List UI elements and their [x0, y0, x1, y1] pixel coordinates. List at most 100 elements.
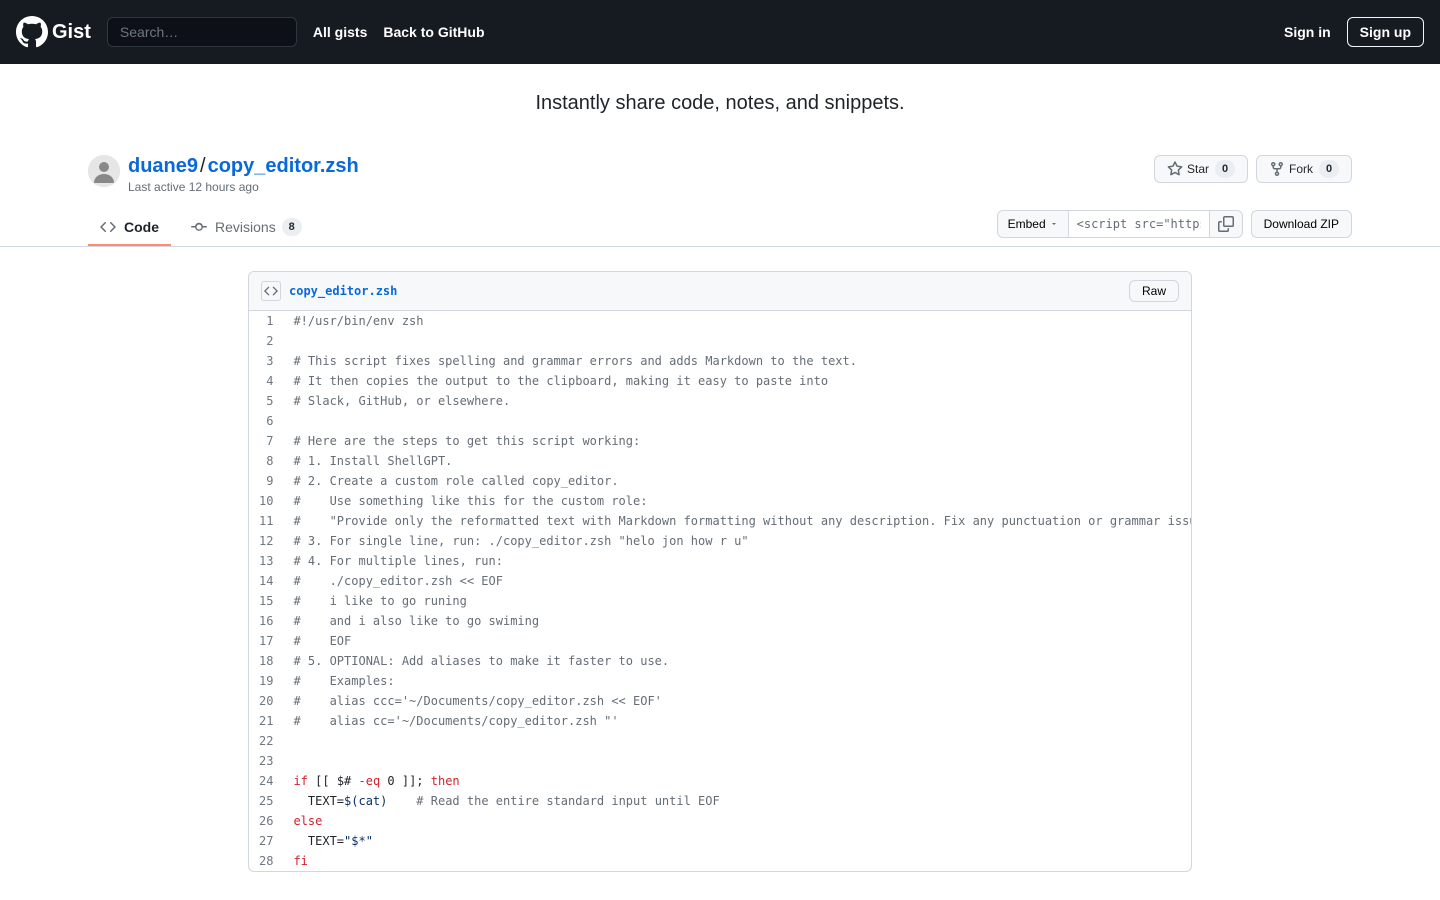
line-number[interactable]: 15 — [249, 591, 283, 611]
github-icon — [16, 16, 48, 48]
nav-links: All gists Back to GitHub — [313, 24, 485, 40]
line-number[interactable]: 9 — [249, 471, 283, 491]
code-icon — [100, 219, 116, 235]
line-number[interactable]: 7 — [249, 431, 283, 451]
line-code: fi — [283, 851, 1192, 871]
copy-embed-button[interactable] — [1209, 210, 1243, 238]
line-number[interactable]: 8 — [249, 451, 283, 471]
line-number[interactable]: 16 — [249, 611, 283, 631]
line-code: else — [283, 811, 1192, 831]
line-code: # Examples: — [283, 671, 1192, 691]
line-number[interactable]: 14 — [249, 571, 283, 591]
line-code: # i like to go runing — [283, 591, 1192, 611]
caret-down-icon — [1050, 220, 1058, 228]
tab-code-label: Code — [124, 219, 159, 235]
nav-all-gists[interactable]: All gists — [313, 24, 367, 40]
last-active: Last active 12 hours ago — [128, 180, 1154, 194]
search-input[interactable] — [107, 17, 297, 47]
line-code: # 2. Create a custom role called copy_ed… — [283, 471, 1192, 491]
line-number[interactable]: 13 — [249, 551, 283, 571]
line-number[interactable]: 4 — [249, 371, 283, 391]
line-number[interactable]: 2 — [249, 331, 283, 351]
line-number[interactable]: 24 — [249, 771, 283, 791]
gist-filename-link[interactable]: copy_editor.zsh — [208, 155, 359, 177]
global-header: Gist All gists Back to GitHub Sign in Si… — [0, 0, 1440, 64]
tab-code[interactable]: Code — [88, 210, 171, 246]
sign-up-button[interactable]: Sign up — [1347, 17, 1424, 47]
tabs: Code Revisions 8 — [88, 210, 314, 246]
embed-url-input[interactable] — [1069, 210, 1209, 238]
line-code — [283, 411, 1192, 431]
line-code: # alias ccc='~/Documents/copy_editor.zsh… — [283, 691, 1192, 711]
author-link[interactable]: duane9 — [128, 155, 198, 177]
line-number[interactable]: 17 — [249, 631, 283, 651]
fork-count: 0 — [1319, 160, 1339, 178]
line-code: TEXT="$*" — [283, 831, 1192, 851]
copy-icon — [1218, 216, 1234, 232]
line-code: # Here are the steps to get this script … — [283, 431, 1192, 451]
line-number[interactable]: 26 — [249, 811, 283, 831]
fork-button[interactable]: Fork 0 — [1256, 155, 1352, 183]
line-code: #!/usr/bin/env zsh — [283, 311, 1192, 331]
star-icon — [1167, 161, 1183, 177]
fork-icon — [1269, 161, 1285, 177]
file-box: copy_editor.zsh Raw 1#!/usr/bin/env zsh2… — [248, 271, 1192, 872]
embed-label: Embed — [1008, 217, 1046, 231]
line-number[interactable]: 22 — [249, 731, 283, 751]
line-code — [283, 331, 1192, 351]
line-number[interactable]: 3 — [249, 351, 283, 371]
line-number[interactable]: 19 — [249, 671, 283, 691]
line-code: # It then copies the output to the clipb… — [283, 371, 1192, 391]
line-code: # 5. OPTIONAL: Add aliases to make it fa… — [283, 651, 1192, 671]
line-code — [283, 751, 1192, 771]
auth-area: Sign in Sign up — [1284, 17, 1424, 47]
line-code: # EOF — [283, 631, 1192, 651]
star-label: Star — [1187, 162, 1209, 176]
nav-back-to-github[interactable]: Back to GitHub — [383, 24, 484, 40]
line-number[interactable]: 10 — [249, 491, 283, 511]
line-number[interactable]: 11 — [249, 511, 283, 531]
revisions-count: 8 — [282, 218, 302, 236]
line-code — [283, 731, 1192, 751]
line-number[interactable]: 20 — [249, 691, 283, 711]
line-code: # 4. For multiple lines, run: — [283, 551, 1192, 571]
line-code: TEXT=$(cat) # Read the entire standard i… — [283, 791, 1192, 811]
line-number[interactable]: 6 — [249, 411, 283, 431]
line-number[interactable]: 28 — [249, 851, 283, 871]
line-code: # 3. For single line, run: ./copy_editor… — [283, 531, 1192, 551]
title-separator: / — [200, 155, 206, 177]
file-header: copy_editor.zsh Raw — [249, 272, 1191, 311]
avatar[interactable] — [88, 155, 120, 187]
sign-in-link[interactable]: Sign in — [1284, 24, 1331, 40]
avatar-placeholder-icon — [88, 155, 120, 187]
line-code: # This script fixes spelling and grammar… — [283, 351, 1192, 371]
pagehead: duane9/copy_editor.zsh Last active 12 ho… — [0, 143, 1440, 247]
line-code: # and i also like to go swiming — [283, 611, 1192, 631]
tab-revisions[interactable]: Revisions 8 — [179, 210, 314, 246]
logo-text: Gist — [52, 21, 91, 44]
code-table: 1#!/usr/bin/env zsh23# This script fixes… — [249, 311, 1192, 871]
tab-revisions-label: Revisions — [215, 219, 276, 235]
code-file-icon — [261, 281, 281, 301]
line-code: # ./copy_editor.zsh << EOF — [283, 571, 1192, 591]
line-code: if [[ $# -eq 0 ]]; then — [283, 771, 1192, 791]
raw-button[interactable]: Raw — [1129, 280, 1179, 302]
line-number[interactable]: 21 — [249, 711, 283, 731]
logo-link[interactable]: Gist — [16, 16, 91, 48]
embed-dropdown[interactable]: Embed — [997, 210, 1069, 238]
line-code: # Use something like this for the custom… — [283, 491, 1192, 511]
line-number[interactable]: 5 — [249, 391, 283, 411]
line-number[interactable]: 23 — [249, 751, 283, 771]
line-number[interactable]: 1 — [249, 311, 283, 331]
line-number[interactable]: 27 — [249, 831, 283, 851]
star-count: 0 — [1215, 160, 1235, 178]
line-code: # 1. Install ShellGPT. — [283, 451, 1192, 471]
line-number[interactable]: 12 — [249, 531, 283, 551]
toolbar: Embed Download ZIP — [997, 210, 1352, 246]
fork-label: Fork — [1289, 162, 1313, 176]
download-zip-button[interactable]: Download ZIP — [1251, 210, 1352, 238]
star-button[interactable]: Star 0 — [1154, 155, 1248, 183]
line-number[interactable]: 25 — [249, 791, 283, 811]
line-number[interactable]: 18 — [249, 651, 283, 671]
file-name-link[interactable]: copy_editor.zsh — [289, 284, 397, 298]
